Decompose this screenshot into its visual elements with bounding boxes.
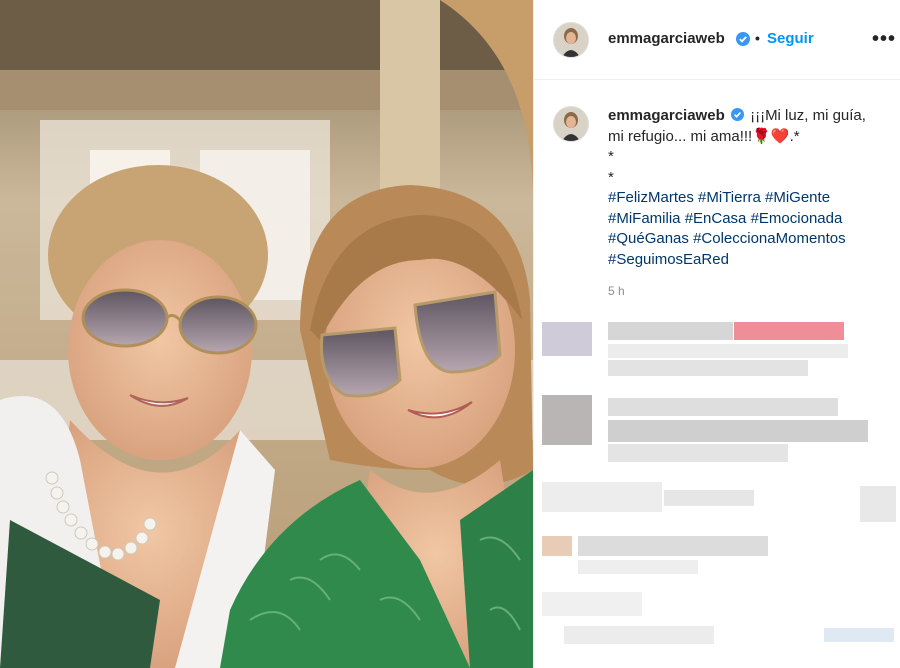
blurred-text <box>734 322 844 340</box>
blurred-text <box>608 444 788 462</box>
caption-text-end: .* <box>789 127 800 145</box>
post-caption: emmagarciaweb ¡¡¡Mi luz, mi guía, mi ref… <box>608 106 893 270</box>
blurred-avatar <box>542 395 592 445</box>
blurred-text <box>578 560 698 574</box>
blurred-text <box>564 626 714 644</box>
blurred-avatar <box>542 536 572 556</box>
caption-emoji: 🌹❤️ <box>752 127 790 145</box>
blurred-text <box>608 322 733 340</box>
blurred-text <box>608 420 868 442</box>
hashtag-link[interactable]: #Emocionada <box>751 210 843 227</box>
blurred-text <box>664 490 754 506</box>
hashtag-link[interactable]: #MiGente <box>765 189 830 206</box>
blurred-comments <box>534 310 900 668</box>
caption-text-line1: ¡¡¡Mi luz, mi guía, <box>750 107 866 124</box>
blurred-text <box>542 482 662 512</box>
more-options-icon[interactable]: ••• <box>872 28 896 51</box>
hashtag-link[interactable]: #QuéGanas <box>608 230 689 247</box>
blurred-text <box>578 536 768 556</box>
post-photo <box>0 0 533 668</box>
blurred-text <box>608 344 848 358</box>
follow-button[interactable]: Seguir <box>767 30 814 47</box>
post-header: emmagarciaweb • Seguir ••• <box>534 0 900 80</box>
hashtag-link[interactable]: #ColeccionaMomentos <box>693 230 846 247</box>
photo-illustration <box>0 0 533 668</box>
hashtag-link[interactable]: #FelizMartes <box>608 189 694 206</box>
header-username[interactable]: emmagarciaweb <box>608 30 725 47</box>
avatar[interactable] <box>553 22 589 58</box>
blurred-text <box>542 592 642 616</box>
hashtag-link[interactable]: #MiTierra <box>698 189 761 206</box>
avatar-image <box>554 107 588 141</box>
caption-text-line2: mi refugio... mi ama!!! <box>608 127 753 145</box>
blurred-avatar <box>542 322 592 356</box>
blurred-text <box>824 628 894 642</box>
header-separator: • <box>755 30 760 46</box>
verified-badge-icon <box>730 108 744 121</box>
blurred-text <box>608 398 838 416</box>
blurred-text <box>608 360 808 376</box>
hashtag-link[interactable]: #SeguimosEaRed <box>608 251 729 268</box>
post-side-panel: emmagarciaweb • Seguir ••• emmagarciaweb… <box>533 0 900 668</box>
blurred-avatar <box>860 486 896 522</box>
caption-username[interactable]: emmagarciaweb <box>608 107 725 124</box>
verified-badge-icon <box>736 32 750 46</box>
avatar-image <box>554 23 588 57</box>
post-timestamp[interactable]: 5 h <box>608 284 625 298</box>
hashtag-link[interactable]: #MiFamilia <box>608 210 681 227</box>
caption-star-2: * <box>608 168 614 186</box>
hashtag-link[interactable]: #EnCasa <box>685 210 747 227</box>
caption-star-1: * <box>608 148 614 165</box>
caption-avatar[interactable] <box>553 106 589 142</box>
